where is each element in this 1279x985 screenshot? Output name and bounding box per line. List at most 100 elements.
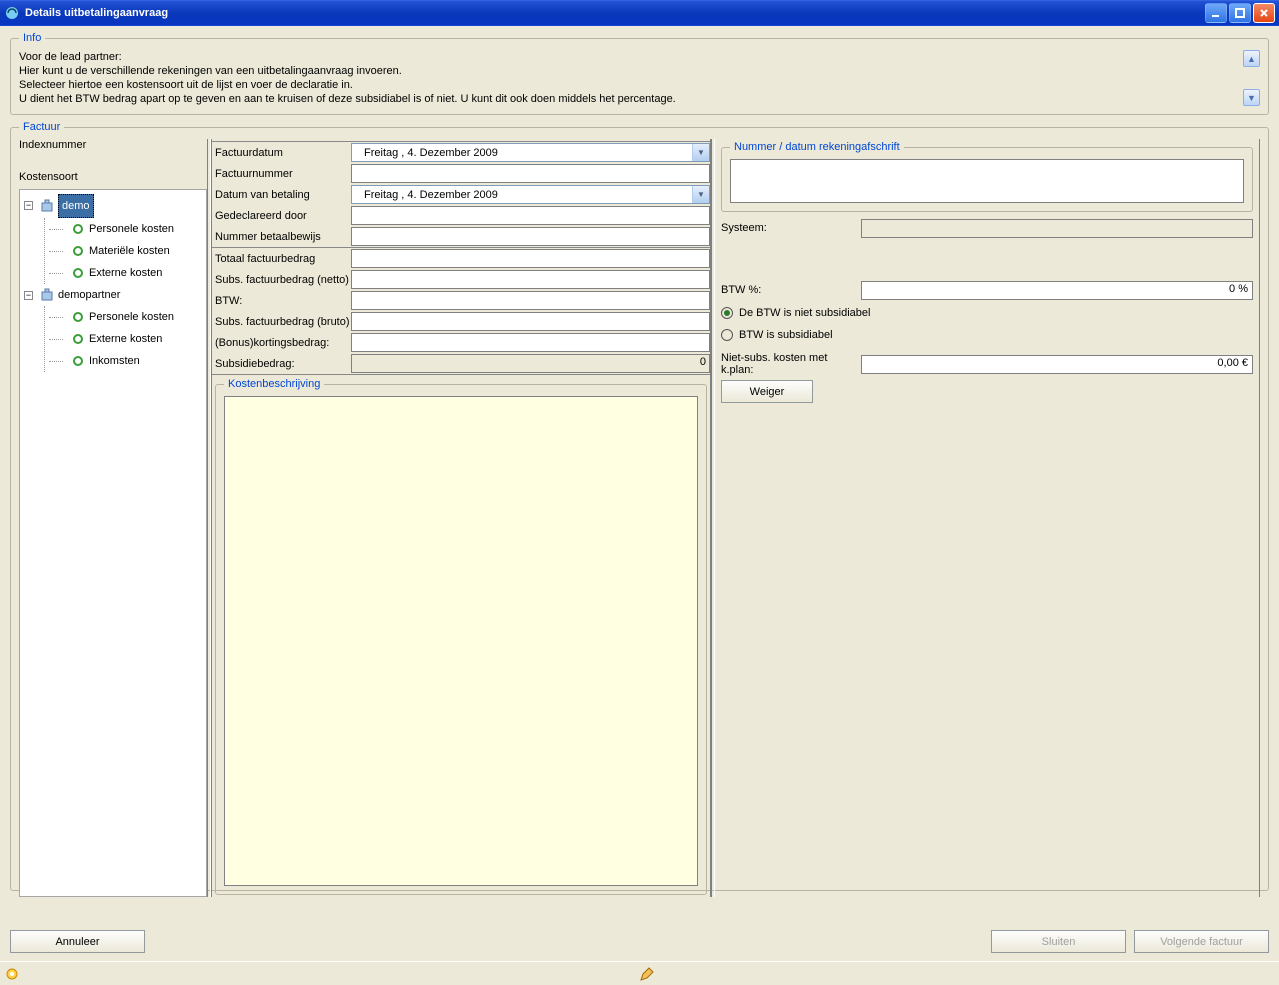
gedeclareerd-field[interactable] [351,206,710,225]
chevron-down-icon[interactable]: ▼ [692,186,709,203]
tree-partner-node[interactable]: demopartner [40,284,204,306]
bonus-field[interactable] [351,333,710,352]
info-line: Voor de lead partner: [19,50,1243,64]
btw-radio-wel[interactable]: BTW is subsidiabel [721,326,1253,344]
gedeclareerd-label: Gedeclareerd door [212,210,351,222]
info-text: Voor de lead partner: Hier kunt u de ver… [19,50,1243,106]
subs-netto-label: Subs. factuurbedrag (netto) [212,274,351,286]
btw-pct-field[interactable]: 0 % [861,281,1253,300]
kostenbeschrijving-textarea[interactable] [224,396,698,886]
statusbar [0,961,1279,985]
tree-leaf[interactable]: Externe kosten [71,328,204,350]
factuurnummer-field[interactable] [351,164,710,183]
subsidie-field: 0 [351,354,710,373]
info-panel: Info Voor de lead partner: Hier kunt u d… [10,32,1269,115]
volgende-button[interactable]: Volgende factuur [1134,930,1269,953]
subsidie-label: Subsidiebedrag: [212,358,351,370]
tree-label: Personele kosten [89,306,174,328]
tree-leaf[interactable]: Externe kosten [71,262,204,284]
info-line: Hier kunt u de verschillende rekeningen … [19,64,1243,78]
systeem-label: Systeem: [721,222,861,234]
circle-icon [71,354,85,368]
btw-field[interactable] [351,291,710,310]
radio-label: De BTW is niet subsidiabel [739,307,870,319]
circle-icon [71,332,85,346]
niet-subs-label: Niet-subs. kosten met k.plan: [721,352,861,376]
subs-bruto-label: Subs. factuurbedrag (bruto) [212,316,351,328]
window-title: Details uitbetalingaanvraag [25,7,1205,19]
tree-label: demopartner [58,284,120,306]
date-value: Freitag , 4. Dezember 2009 [352,189,692,201]
minimize-button[interactable] [1205,3,1227,23]
radio-icon[interactable] [721,329,733,341]
nummer-panel: Nummer / datum rekeningafschrift [721,141,1253,212]
partner-icon [40,199,54,213]
annuleer-button[interactable]: Annuleer [10,930,145,953]
btw-pct-label: BTW %: [721,284,861,296]
factuurdatum-label: Factuurdatum [212,147,351,159]
radio-label: BTW is subsidiabel [739,329,833,341]
btw-radio-niet[interactable]: De BTW is niet subsidiabel [721,304,1253,322]
info-scrollbar[interactable]: ▲ ▼ [1243,50,1260,106]
app-icon [4,5,20,21]
tree-label: demo [58,194,94,218]
sluiten-button[interactable]: Sluiten [991,930,1126,953]
middle-column: Factuurdatum Freitag , 4. Dezember 2009▼… [211,139,711,897]
chevron-down-icon[interactable]: ▼ [692,144,709,161]
tree-collapse-icon[interactable]: − [24,291,33,300]
rekeningafschrift-field[interactable] [730,159,1244,203]
totaal-label: Totaal factuurbedrag [212,253,351,265]
window-controls [1205,3,1275,23]
tree-leaf[interactable]: Personele kosten [71,218,204,240]
radio-icon[interactable] [721,307,733,319]
tree-label: Materiële kosten [89,240,170,262]
kostensoort-tree[interactable]: − demo Personele kosten Materiële kosten… [19,189,207,897]
maximize-button[interactable] [1229,3,1251,23]
factuur-panel: Factuur Indexnummer Kostensoort − demo [10,121,1269,891]
tree-label: Personele kosten [89,218,174,240]
subs-bruto-field[interactable] [351,312,710,331]
factuurnummer-label: Factuurnummer [212,168,351,180]
tree-leaf[interactable]: Materiële kosten [71,240,204,262]
scroll-up-icon[interactable]: ▲ [1243,50,1260,67]
close-button[interactable] [1253,3,1275,23]
kostensoort-label: Kostensoort [19,171,207,183]
info-line: Selecteer hiertoe een kostensoort uit de… [19,78,1243,92]
nummer-betaal-label: Nummer betaalbewijs [212,231,351,243]
circle-icon [71,266,85,280]
tree-partner-node[interactable]: demo [40,194,204,218]
partner-icon [40,288,54,302]
factuur-legend: Factuur [19,121,64,133]
nummer-legend: Nummer / datum rekeningafschrift [730,141,904,153]
totaal-field[interactable] [351,249,710,268]
datum-betaling-label: Datum van betaling [212,189,351,201]
right-column: Nummer / datum rekeningafschrift Systeem… [715,139,1260,897]
date-value: Freitag , 4. Dezember 2009 [352,147,692,159]
circle-icon [71,310,85,324]
tree-leaf[interactable]: Inkomsten [71,350,204,372]
factuurdatum-field[interactable]: Freitag , 4. Dezember 2009▼ [351,143,710,162]
pencil-icon [639,966,655,982]
datum-betaling-field[interactable]: Freitag , 4. Dezember 2009▼ [351,185,710,204]
circle-icon [71,244,85,258]
titlebar: Details uitbetalingaanvraag [0,0,1279,26]
window-body: Info Voor de lead partner: Hier kunt u d… [0,26,1279,961]
niet-subs-field[interactable]: 0,00 € [861,355,1253,374]
subs-netto-field[interactable] [351,270,710,289]
weiger-button[interactable]: Weiger [721,380,813,403]
scroll-down-icon[interactable]: ▼ [1243,89,1260,106]
tree-label: Externe kosten [89,262,162,284]
bottom-bar: Annuleer Sluiten Volgende factuur [10,930,1269,953]
bonus-label: (Bonus)kortingsbedrag: [212,337,351,349]
tree-collapse-icon[interactable]: − [24,201,33,210]
tree-label: Externe kosten [89,328,162,350]
info-legend: Info [19,32,45,44]
btw-label: BTW: [212,295,351,307]
tree-label: Inkomsten [89,350,140,372]
left-column: Indexnummer Kostensoort − demo Personele… [19,139,207,897]
systeem-field [861,219,1253,238]
tree-leaf[interactable]: Personele kosten [71,306,204,328]
indexnummer-label: Indexnummer [19,139,207,151]
gear-icon [4,966,20,982]
nummer-betaal-field[interactable] [351,227,710,246]
